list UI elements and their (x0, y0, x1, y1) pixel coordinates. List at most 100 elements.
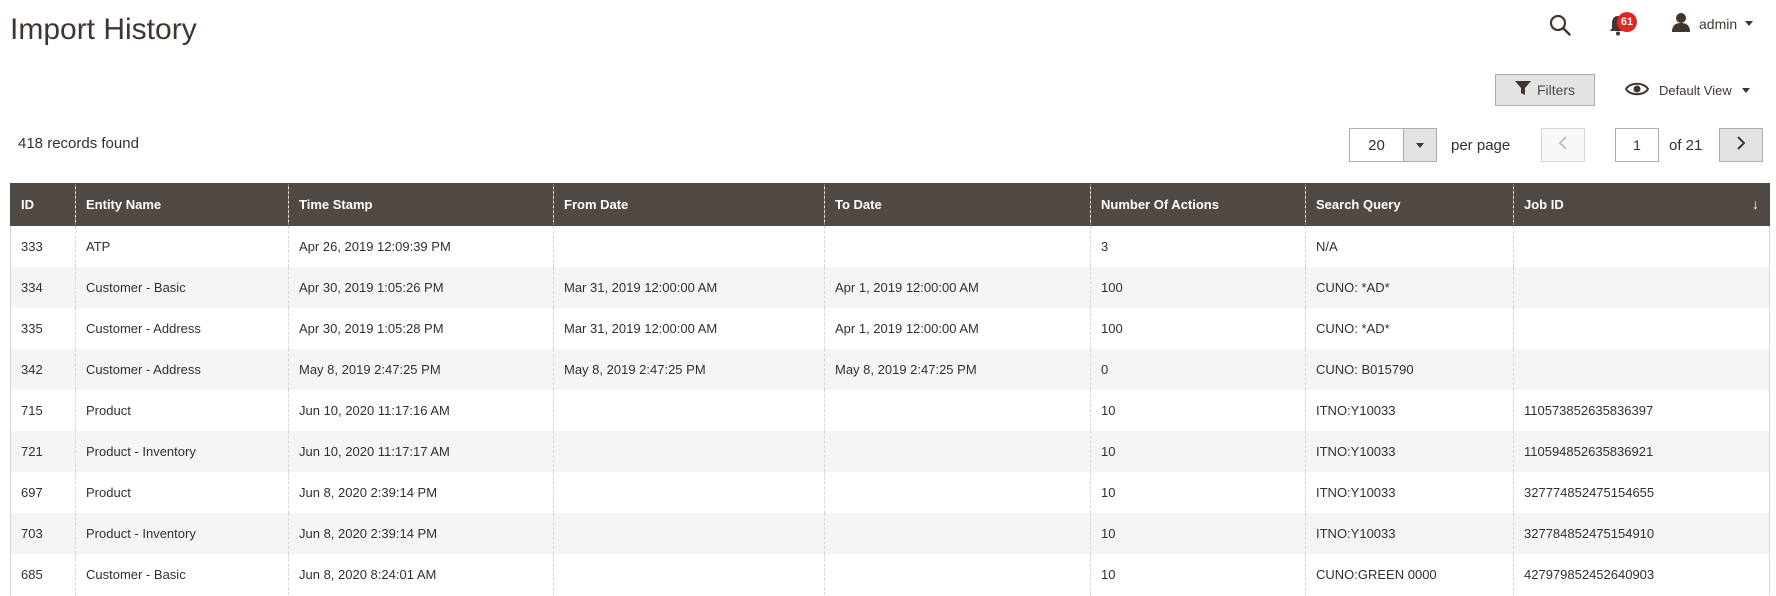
table-row[interactable]: 333 ATP Apr 26, 2019 12:09:39 PM 3 N/A (10, 225, 1770, 267)
chevron-right-icon (1736, 135, 1746, 155)
cell-number-of-actions: 10 (1090, 471, 1306, 513)
import-history-table: ID Entity Name Time Stamp From Date To D… (10, 183, 1770, 595)
chevron-left-icon (1558, 135, 1568, 155)
table-row[interactable]: 721 Product - Inventory Jun 10, 2020 11:17… (10, 430, 1770, 472)
table-row[interactable]: 342 Customer - Address May 8, 2019 2:47:25… (10, 348, 1770, 390)
cell-id: 721 (10, 430, 76, 472)
cell-search-query: CUNO: B015790 (1305, 348, 1514, 390)
previous-page-button[interactable] (1541, 128, 1585, 162)
table-row[interactable]: 703 Product - Inventory Jun 8, 2020 2:39:1… (10, 512, 1770, 554)
cell-job-id: 110573852635836397 (1513, 389, 1770, 431)
cell-entity-name: Product - Inventory (75, 430, 289, 472)
cell-entity-name: Customer - Basic (75, 553, 289, 595)
cell-to-date (824, 512, 1091, 554)
table-row[interactable]: 335 Customer - Address Apr 30, 2019 1:05:2… (10, 307, 1770, 349)
cell-id: 697 (10, 471, 76, 513)
cell-entity-name: Customer - Basic (75, 266, 289, 308)
column-header-search-query[interactable]: Search Query (1305, 183, 1514, 226)
column-header-job-id[interactable]: Job ID ↓ (1513, 183, 1770, 226)
cell-entity-name: Customer - Address (75, 307, 289, 349)
cell-search-query: CUNO:GREEN 0000 (1305, 553, 1514, 595)
column-header-from-date[interactable]: From Date (553, 183, 825, 226)
cell-job-id (1513, 266, 1770, 308)
column-header-number-of-actions[interactable]: Number Of Actions (1090, 183, 1306, 226)
cell-job-id (1513, 225, 1770, 267)
cell-number-of-actions: 3 (1090, 225, 1306, 267)
user-icon (1671, 12, 1691, 35)
cell-number-of-actions: 100 (1090, 266, 1306, 308)
cell-from-date: Mar 31, 2019 12:00:00 AM (553, 266, 825, 308)
next-page-button[interactable] (1719, 128, 1763, 162)
table-row[interactable]: 697 Product Jun 8, 2020 2:39:14 PM 10 ITNO:Y… (10, 471, 1770, 513)
per-page-value[interactable]: 20 (1349, 128, 1403, 162)
cell-to-date: Apr 1, 2019 12:00:00 AM (824, 307, 1091, 349)
cell-from-date (553, 430, 825, 472)
filter-icon (1514, 81, 1531, 99)
table-row[interactable]: 685 Customer - Basic Jun 8, 2020 8:24:01 A… (10, 553, 1770, 595)
table-header-row: ID Entity Name Time Stamp From Date To D… (10, 183, 1770, 226)
cell-time-stamp: Jun 8, 2020 8:24:01 AM (288, 553, 554, 595)
cell-from-date (553, 471, 825, 513)
table-row[interactable]: 715 Product Jun 10, 2020 11:17:16 AM 10 ITNO… (10, 389, 1770, 431)
cell-job-id: 110594852635836921 (1513, 430, 1770, 472)
table-row[interactable]: 334 Customer - Basic Apr 30, 2019 1:05:26 … (10, 266, 1770, 308)
search-icon[interactable] (1549, 14, 1571, 36)
page-total: of 21 (1669, 136, 1703, 154)
cell-to-date: Apr 1, 2019 12:00:00 AM (824, 266, 1091, 308)
column-header-entity-name[interactable]: Entity Name (75, 183, 289, 226)
view-label: Default View (1659, 82, 1732, 98)
cell-time-stamp: Jun 10, 2020 11:17:16 AM (288, 389, 554, 431)
sort-arrow-icon: ↓ (1752, 196, 1759, 212)
cell-to-date (824, 225, 1091, 267)
column-header-id[interactable]: ID (10, 183, 76, 226)
cell-from-date: Mar 31, 2019 12:00:00 AM (553, 307, 825, 349)
cell-entity-name: Customer - Address (75, 348, 289, 390)
cell-number-of-actions: 0 (1090, 348, 1306, 390)
cell-entity-name: Product - Inventory (75, 512, 289, 554)
view-switcher[interactable]: Default View (1624, 78, 1750, 102)
cell-number-of-actions: 10 (1090, 430, 1306, 472)
cell-job-id: 327784852475154910 (1513, 512, 1770, 554)
cell-job-id: 427979852452640903 (1513, 553, 1770, 595)
filters-label: Filters (1536, 82, 1576, 98)
cell-entity-name: Product (75, 471, 289, 513)
cell-from-date (553, 389, 825, 431)
user-menu[interactable]: admin (1671, 12, 1754, 35)
cell-number-of-actions: 100 (1090, 307, 1306, 349)
cell-search-query: N/A (1305, 225, 1514, 267)
cell-search-query: ITNO:Y10033 (1305, 512, 1514, 554)
per-page-toggle[interactable] (1403, 128, 1437, 162)
cell-search-query: ITNO:Y10033 (1305, 389, 1514, 431)
cell-search-query: CUNO: *AD* (1305, 266, 1514, 308)
cell-to-date (824, 471, 1091, 513)
eye-icon (1624, 81, 1650, 100)
page-number-input[interactable] (1615, 128, 1659, 162)
cell-id: 703 (10, 512, 76, 554)
cell-number-of-actions: 10 (1090, 553, 1306, 595)
chevron-down-icon (1741, 87, 1750, 93)
column-header-to-date[interactable]: To Date (824, 183, 1091, 226)
filters-button[interactable]: Filters (1495, 74, 1595, 106)
cell-to-date (824, 553, 1091, 595)
cell-search-query: ITNO:Y10033 (1305, 471, 1514, 513)
column-header-time-stamp[interactable]: Time Stamp (288, 183, 554, 226)
cell-to-date (824, 389, 1091, 431)
cell-job-id (1513, 307, 1770, 349)
cell-id: 685 (10, 553, 76, 595)
cell-search-query: CUNO: *AD* (1305, 307, 1514, 349)
records-count: 418 records found (18, 135, 139, 152)
chevron-down-icon (1745, 21, 1754, 26)
cell-id: 342 (10, 348, 76, 390)
cell-from-date (553, 553, 825, 595)
notification-badge[interactable]: 61 (1617, 12, 1637, 32)
cell-time-stamp: Apr 30, 2019 1:05:26 PM (288, 266, 554, 308)
chevron-down-icon (1416, 142, 1424, 148)
cell-time-stamp: Jun 8, 2020 2:39:14 PM (288, 471, 554, 513)
cell-entity-name: ATP (75, 225, 289, 267)
page-title: Import History (10, 13, 197, 46)
cell-id: 334 (10, 266, 76, 308)
cell-id: 335 (10, 307, 76, 349)
per-page-selector: 20 per page (1349, 128, 1510, 162)
cell-to-date: May 8, 2019 2:47:25 PM (824, 348, 1091, 390)
cell-number-of-actions: 10 (1090, 389, 1306, 431)
